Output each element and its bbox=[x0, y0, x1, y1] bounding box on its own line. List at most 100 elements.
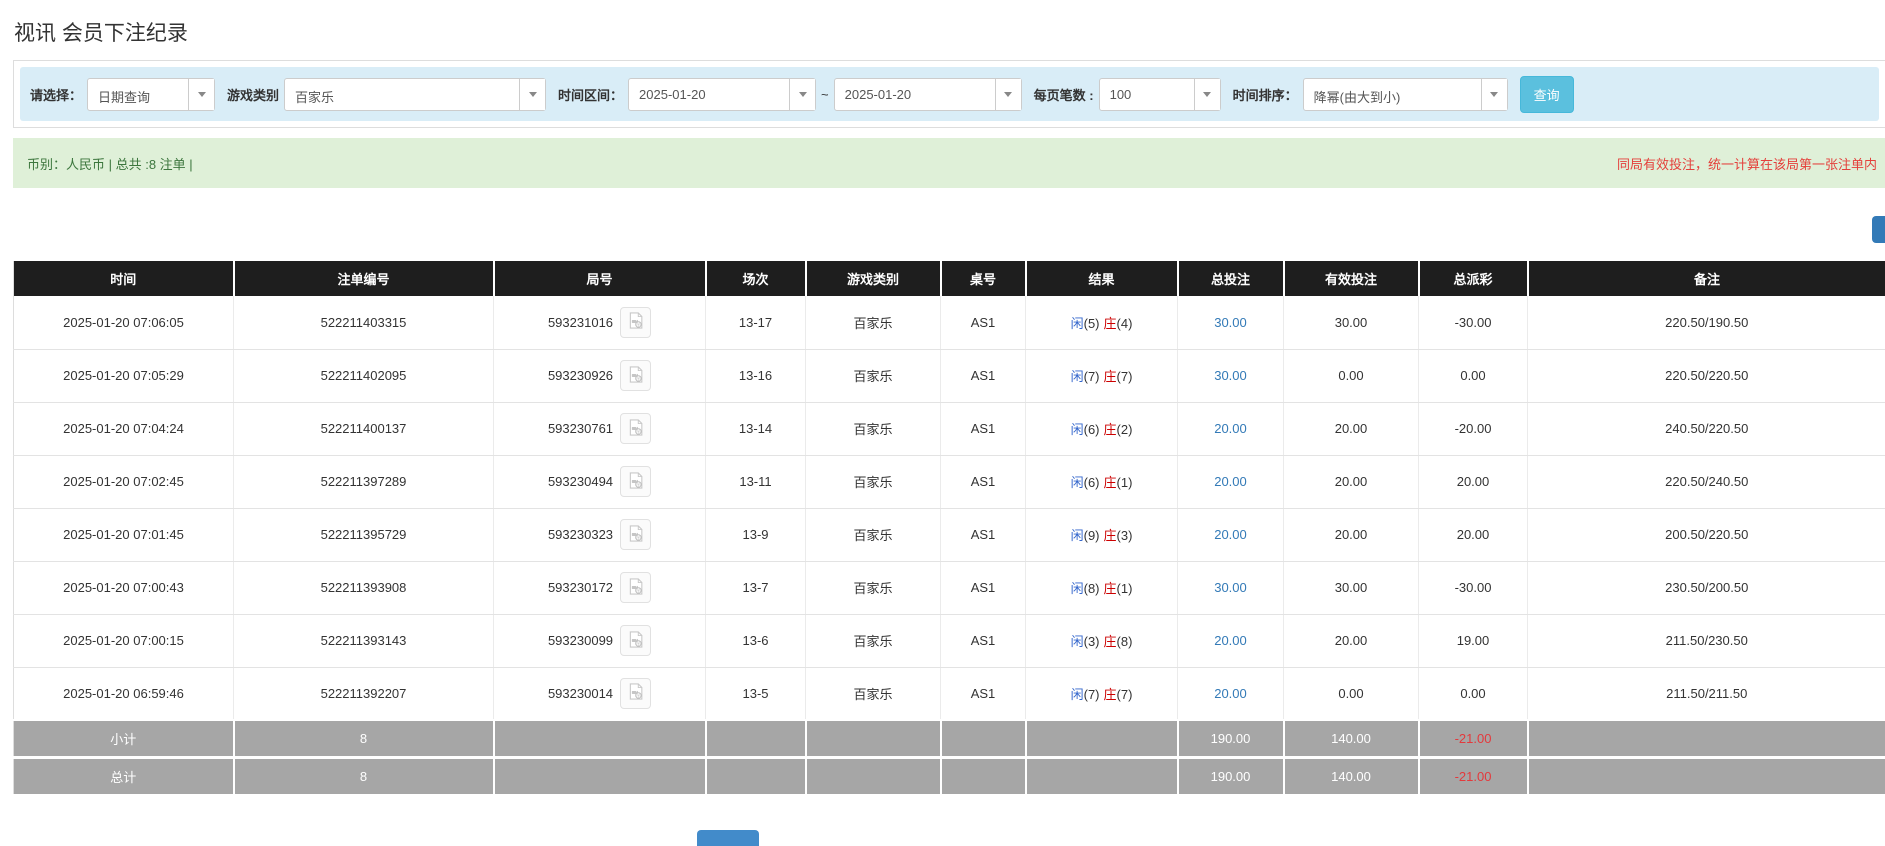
round-no-text: 593230494 bbox=[548, 474, 613, 489]
video-record-icon bbox=[626, 311, 645, 333]
total-row-empty bbox=[1026, 757, 1178, 794]
chevron-down-icon[interactable] bbox=[1194, 79, 1220, 110]
page-size-select[interactable]: 100 bbox=[1099, 78, 1221, 111]
video-record-button[interactable] bbox=[620, 625, 651, 656]
cell-payout: 20.00 bbox=[1419, 455, 1528, 508]
cell-valid-bet: 30.00 bbox=[1284, 561, 1419, 614]
subtotal-row-empty bbox=[494, 720, 706, 757]
page-title: 视讯 会员下注纪录 bbox=[14, 17, 188, 47]
result-player-points: (5) bbox=[1084, 316, 1100, 331]
query-type-select[interactable]: 日期查询 bbox=[87, 78, 215, 111]
video-record-icon bbox=[626, 365, 645, 387]
result-banker: 庄 bbox=[1104, 316, 1117, 331]
video-record-button[interactable] bbox=[620, 572, 651, 603]
total-bet-link[interactable]: 20.00 bbox=[1214, 474, 1247, 489]
total-bet-link[interactable]: 30.00 bbox=[1214, 315, 1247, 330]
video-record-button[interactable] bbox=[620, 466, 651, 497]
chevron-down-icon[interactable] bbox=[789, 79, 815, 110]
cell-session: 13-11 bbox=[706, 455, 806, 508]
video-record-button[interactable] bbox=[620, 519, 651, 550]
cell-game-type: 百家乐 bbox=[806, 614, 941, 667]
cell-total-bet: 30.00 bbox=[1178, 349, 1284, 402]
chevron-down-icon[interactable] bbox=[519, 79, 545, 110]
cell-table-no: AS1 bbox=[941, 349, 1026, 402]
total-row-empty bbox=[706, 757, 806, 794]
date-to-value: 2025-01-20 bbox=[835, 79, 995, 110]
cell-table-no: AS1 bbox=[941, 561, 1026, 614]
cell-session: 13-5 bbox=[706, 667, 806, 720]
video-record-icon bbox=[626, 630, 645, 652]
result-player-points: (6) bbox=[1084, 475, 1100, 490]
video-record-button[interactable] bbox=[620, 678, 651, 709]
chevron-down-icon[interactable] bbox=[188, 79, 214, 110]
total-row-payout: -21.00 bbox=[1419, 757, 1528, 794]
cell-game-type: 百家乐 bbox=[806, 667, 941, 720]
result-player: 闲 bbox=[1071, 316, 1084, 331]
cell-result: 闲(3)庄(8) bbox=[1026, 614, 1178, 667]
game-type-value: 百家乐 bbox=[285, 79, 519, 110]
total-bet-link[interactable]: 20.00 bbox=[1214, 421, 1247, 436]
cell-remark: 200.50/220.50 bbox=[1528, 508, 1885, 561]
table-header-row: 时间 注单编号 局号 场次 游戏类别 桌号 结果 总投注 有效投注 总派彩 备注 bbox=[14, 261, 1885, 296]
query-button[interactable]: 查询 bbox=[1520, 76, 1574, 113]
result-banker: 庄 bbox=[1104, 687, 1117, 702]
cell-session: 13-7 bbox=[706, 561, 806, 614]
video-record-button[interactable] bbox=[620, 307, 651, 338]
date-range-label: 时间区间： bbox=[558, 85, 623, 104]
time-sort-select[interactable]: 降幂(由大到小) bbox=[1303, 78, 1508, 111]
result-banker: 庄 bbox=[1104, 475, 1117, 490]
result-banker-points: (7) bbox=[1117, 687, 1133, 702]
cell-table-no: AS1 bbox=[941, 508, 1026, 561]
total-bet-link[interactable]: 30.00 bbox=[1214, 368, 1247, 383]
filter-toolbar: 请选择： 日期查询 游戏类别 百家乐 时间区间： 2025-01-20 ~ 20… bbox=[20, 67, 1879, 121]
cell-payout: 19.00 bbox=[1419, 614, 1528, 667]
cutoff-button-right[interactable] bbox=[1872, 216, 1885, 243]
cell-total-bet: 20.00 bbox=[1178, 455, 1284, 508]
time-sort-value: 降幂(由大到小) bbox=[1304, 79, 1481, 110]
game-type-label: 游戏类别 bbox=[227, 85, 279, 104]
cell-payout: 20.00 bbox=[1419, 508, 1528, 561]
game-type-select[interactable]: 百家乐 bbox=[284, 78, 546, 111]
total-row-remark bbox=[1528, 757, 1885, 794]
cell-bet-no: 522211402095 bbox=[234, 349, 494, 402]
total-bet-link[interactable]: 20.00 bbox=[1214, 686, 1247, 701]
cell-payout: 0.00 bbox=[1419, 349, 1528, 402]
currency-summary-text: 币别：人民币 | 总共 :8 注单 | bbox=[27, 154, 193, 173]
table-body: 2025-01-20 07:06:05522211403315593231016… bbox=[14, 296, 1885, 794]
video-record-button[interactable] bbox=[620, 413, 651, 444]
total-bet-link[interactable]: 20.00 bbox=[1214, 633, 1247, 648]
valid-bet-note-text: 同局有效投注，统一计算在该局第一张注单内 bbox=[1617, 154, 1877, 173]
cell-table-no: AS1 bbox=[941, 296, 1026, 349]
subtotal-row-payout: -21.00 bbox=[1419, 720, 1528, 757]
cell-game-type: 百家乐 bbox=[806, 296, 941, 349]
chevron-down-icon[interactable] bbox=[995, 79, 1021, 110]
cell-result: 闲(7)庄(7) bbox=[1026, 349, 1178, 402]
round-no-text: 593230323 bbox=[548, 527, 613, 542]
cell-table-no: AS1 bbox=[941, 402, 1026, 455]
total-bet-link[interactable]: 30.00 bbox=[1214, 580, 1247, 595]
chevron-down-icon[interactable] bbox=[1481, 79, 1507, 110]
date-from-picker[interactable]: 2025-01-20 bbox=[628, 78, 816, 111]
total-row-label: 总计 bbox=[14, 757, 234, 794]
cell-time: 2025-01-20 07:02:45 bbox=[14, 455, 234, 508]
result-player-points: (9) bbox=[1084, 528, 1100, 543]
date-to-picker[interactable]: 2025-01-20 bbox=[834, 78, 1022, 111]
cell-total-bet: 20.00 bbox=[1178, 667, 1284, 720]
time-sort-label: 时间排序： bbox=[1233, 85, 1298, 104]
cell-time: 2025-01-20 07:04:24 bbox=[14, 402, 234, 455]
cell-game-type: 百家乐 bbox=[806, 349, 941, 402]
cell-remark: 240.50/220.50 bbox=[1528, 402, 1885, 455]
total-bet-link[interactable]: 20.00 bbox=[1214, 527, 1247, 542]
cell-remark: 220.50/220.50 bbox=[1528, 349, 1885, 402]
col-header-valid-bet: 有效投注 bbox=[1284, 261, 1419, 296]
table-row: 2025-01-20 07:00:15522211393143593230099… bbox=[14, 614, 1885, 667]
cell-payout: 0.00 bbox=[1419, 667, 1528, 720]
cell-bet-no: 522211392207 bbox=[234, 667, 494, 720]
video-record-button[interactable] bbox=[620, 360, 651, 391]
cell-remark: 230.50/200.50 bbox=[1528, 561, 1885, 614]
cell-total-bet: 20.00 bbox=[1178, 614, 1284, 667]
cutoff-button-bottom[interactable] bbox=[697, 830, 759, 846]
cell-total-bet: 30.00 bbox=[1178, 296, 1284, 349]
result-player: 闲 bbox=[1071, 634, 1084, 649]
result-player: 闲 bbox=[1071, 581, 1084, 596]
